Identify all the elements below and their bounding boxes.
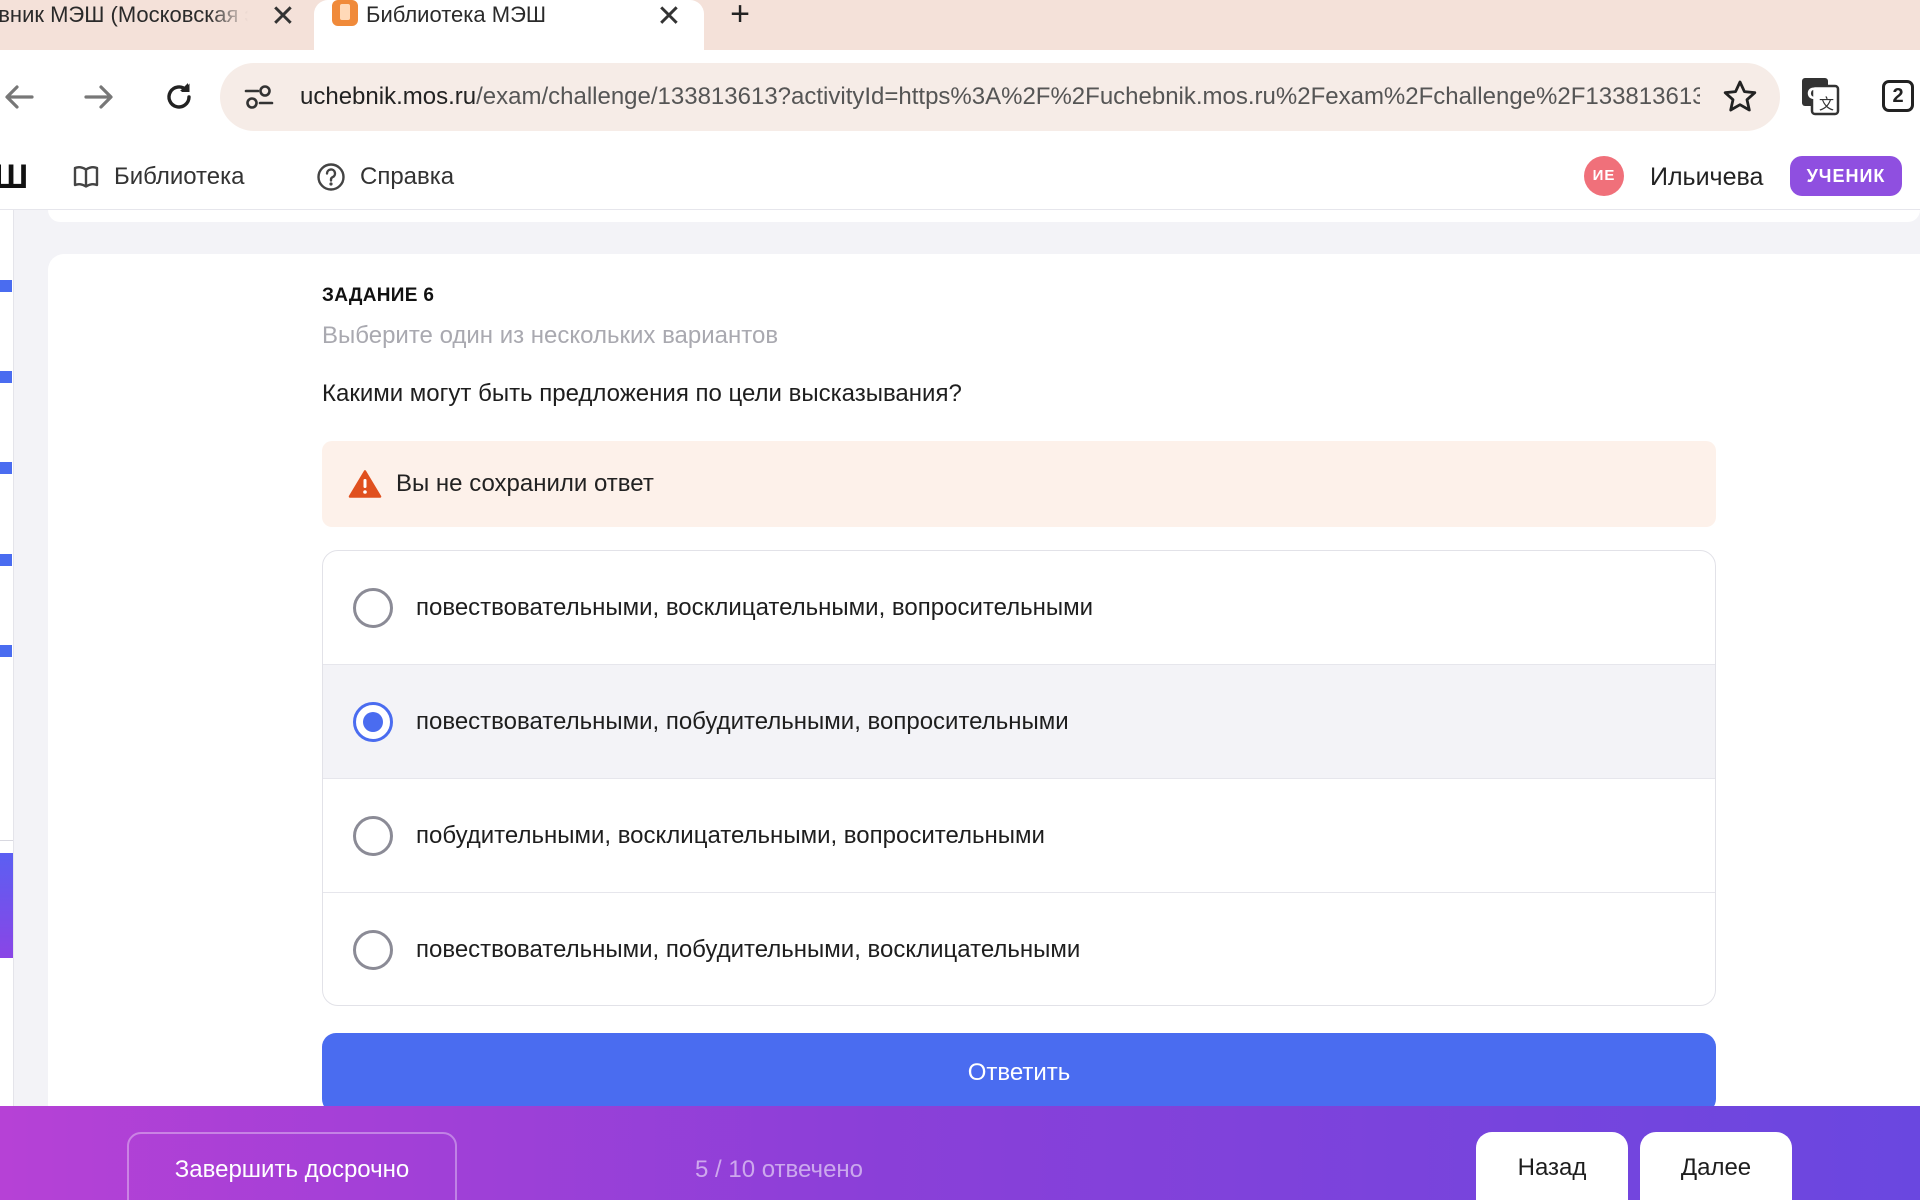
warning-icon bbox=[348, 470, 382, 498]
question-marker[interactable] bbox=[0, 645, 12, 657]
warning-text: Вы не сохранили ответ bbox=[396, 470, 654, 497]
nav-library[interactable]: Библиотека bbox=[72, 144, 245, 210]
answer-option-label: повествовательными, побудительными, воск… bbox=[416, 936, 1081, 963]
book-icon bbox=[73, 165, 99, 188]
answer-option[interactable]: побудительными, восклицательными, вопрос… bbox=[323, 779, 1715, 893]
next-button[interactable]: Далее bbox=[1640, 1132, 1792, 1200]
bookmark-star-icon[interactable] bbox=[1722, 79, 1758, 115]
question-marker[interactable] bbox=[0, 554, 12, 566]
radio-button[interactable] bbox=[353, 930, 393, 970]
divider bbox=[0, 840, 13, 841]
previous-card-edge bbox=[48, 210, 1920, 222]
unsaved-warning: Вы не сохранили ответ bbox=[322, 441, 1716, 527]
answer-option[interactable]: повествовательными, восклицательными, во… bbox=[323, 551, 1715, 665]
browser-tab-active[interactable]: Библиотека МЭШ ✕ bbox=[314, 0, 704, 50]
user-name[interactable]: Ильичева bbox=[1650, 144, 1763, 210]
answered-progress: 5 / 10 отвечено bbox=[695, 1156, 864, 1183]
help-icon bbox=[317, 163, 345, 191]
close-icon[interactable]: ✕ bbox=[266, 0, 300, 34]
answer-option-selected[interactable]: повествовательными, побудительными, вопр… bbox=[323, 665, 1715, 779]
question-marker[interactable] bbox=[0, 371, 12, 383]
browser-toolbar: uchebnik.mos.ru/exam/challenge/133813613… bbox=[0, 50, 1920, 144]
answer-option-label: повествовательными, восклицательными, во… bbox=[416, 594, 1094, 621]
close-icon[interactable]: ✕ bbox=[652, 0, 686, 34]
finish-early-button[interactable]: Завершить досрочно bbox=[127, 1132, 457, 1200]
reload-icon[interactable] bbox=[156, 74, 202, 120]
submit-answer-button[interactable]: Ответить bbox=[322, 1033, 1716, 1113]
avatar[interactable]: ИЕ bbox=[1584, 156, 1624, 196]
app-header: Ш Библиотека Справка ИЕ Ильичева УЧЕНИК bbox=[0, 144, 1920, 210]
nav-help[interactable]: Справка bbox=[316, 144, 454, 210]
svg-text:文: 文 bbox=[1819, 95, 1834, 113]
radio-button[interactable] bbox=[353, 816, 393, 856]
question-marker[interactable] bbox=[0, 280, 12, 292]
translate-icon[interactable]: G 文 bbox=[1800, 76, 1840, 116]
back-button[interactable]: Назад bbox=[1476, 1132, 1628, 1200]
url-text: uchebnik.mos.ru/exam/challenge/133813613… bbox=[300, 63, 1700, 131]
library-favicon-icon bbox=[332, 0, 358, 26]
bottom-bar: Завершить досрочно 5 / 10 отвечено Назад… bbox=[0, 1106, 1920, 1200]
tab-count-badge[interactable]: 2 bbox=[1882, 80, 1914, 112]
forward-arrow-icon[interactable] bbox=[76, 74, 122, 120]
answer-options: повествовательными, восклицательными, во… bbox=[322, 550, 1716, 1006]
nav-help-label: Справка bbox=[360, 163, 455, 190]
new-tab-button[interactable]: + bbox=[722, 0, 758, 32]
role-badge: УЧЕНИК bbox=[1790, 156, 1902, 196]
url-path: /exam/challenge/133813613?activityId=htt… bbox=[476, 83, 1700, 110]
task-hint: Выберите один из нескольких вариантов bbox=[322, 322, 779, 349]
answer-option-label: побудительными, восклицательными, вопрос… bbox=[416, 822, 1045, 849]
back-arrow-icon[interactable] bbox=[0, 74, 42, 120]
tab-title: евник МЭШ (Московская электронная школа) bbox=[0, 2, 248, 27]
site-settings-icon[interactable] bbox=[244, 83, 274, 111]
logo[interactable]: Ш bbox=[0, 158, 28, 197]
radio-button[interactable] bbox=[353, 588, 393, 628]
question-progress-sidebar bbox=[0, 210, 14, 1110]
browser-tab-bar: евник МЭШ (Московская электронная школа)… bbox=[0, 0, 1920, 50]
nav-library-label: Библиотека bbox=[114, 163, 245, 190]
answer-option-label: повествовательными, побудительными, вопр… bbox=[416, 708, 1069, 735]
url-host: uchebnik.mos.ru bbox=[300, 83, 477, 110]
question-marker[interactable] bbox=[0, 462, 12, 474]
answer-option[interactable]: повествовательными, побудительными, воск… bbox=[323, 893, 1715, 1005]
address-bar[interactable]: uchebnik.mos.ru/exam/challenge/133813613… bbox=[220, 63, 1780, 131]
question-text: Какими могут быть предложения по цели вы… bbox=[322, 380, 962, 407]
current-question-marker[interactable] bbox=[0, 853, 13, 958]
task-number: ЗАДАНИЕ 6 bbox=[322, 285, 435, 306]
tab-title: Библиотека МЭШ bbox=[366, 2, 547, 27]
radio-button-checked[interactable] bbox=[353, 702, 393, 742]
browser-tab-inactive[interactable]: евник МЭШ (Московская электронная школа)… bbox=[0, 0, 312, 50]
